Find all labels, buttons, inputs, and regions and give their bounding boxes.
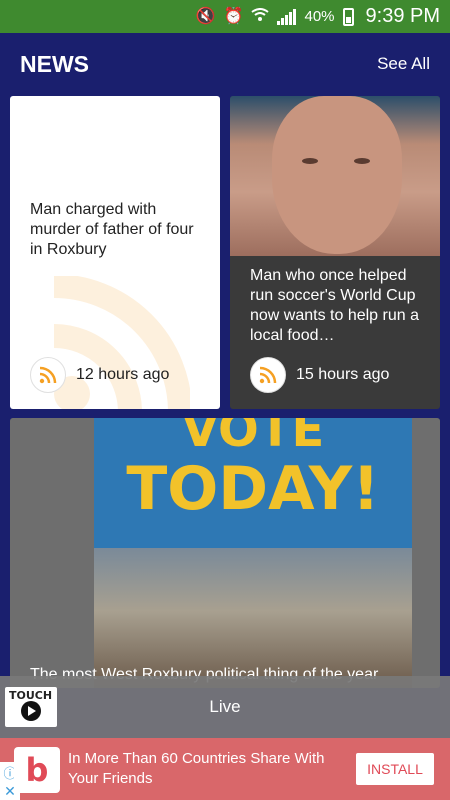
rss-icon <box>250 357 286 393</box>
alarm-icon: ⏰ <box>223 7 244 25</box>
poster-line-1: VOTE <box>181 418 325 458</box>
section-title: NEWS <box>20 50 89 77</box>
battery-icon <box>342 7 354 26</box>
news-card-1[interactable]: Man charged with murder of father of fou… <box>10 96 220 409</box>
ad-app-icon: b <box>14 747 60 793</box>
card-meta: 15 hours ago <box>250 357 389 393</box>
ad-text: In More Than 60 Countries Share With You… <box>68 750 325 787</box>
card-headline: Man who once helped run soccer's World C… <box>250 267 419 344</box>
live-label: Live <box>209 697 241 716</box>
card-headline: Man charged with murder of father of fou… <box>30 201 194 258</box>
card-meta: 12 hours ago <box>30 357 169 393</box>
poster-line-2: TODAY! <box>126 454 380 524</box>
card-time: 12 hours ago <box>76 366 170 383</box>
live-player-bar[interactable]: TOUCH Live <box>0 676 450 738</box>
clock: 9:39 PM <box>365 5 440 27</box>
card-photo: VOTE TODAY! <box>10 418 440 688</box>
install-button[interactable]: INSTALL <box>356 753 434 785</box>
card-time: 15 hours ago <box>296 366 390 383</box>
card-photo <box>230 96 440 256</box>
news-card-3[interactable]: VOTE TODAY! The most West Roxbury politi… <box>10 418 440 688</box>
signal-icon <box>277 8 297 25</box>
face-image <box>272 96 402 254</box>
see-all-link[interactable]: See All <box>377 54 430 74</box>
battery-percent: 40% <box>304 8 335 25</box>
wifi-icon <box>251 7 270 26</box>
news-card-2[interactable]: Man who once helped run soccer's World C… <box>230 96 440 409</box>
mute-icon: 🔇 <box>195 7 216 25</box>
vote-poster-image: VOTE TODAY! <box>94 418 412 688</box>
rss-icon <box>30 357 66 393</box>
news-header: NEWS See All <box>0 33 450 95</box>
status-bar: 🔇 ⏰ 40% 9:39 PM <box>0 0 450 33</box>
